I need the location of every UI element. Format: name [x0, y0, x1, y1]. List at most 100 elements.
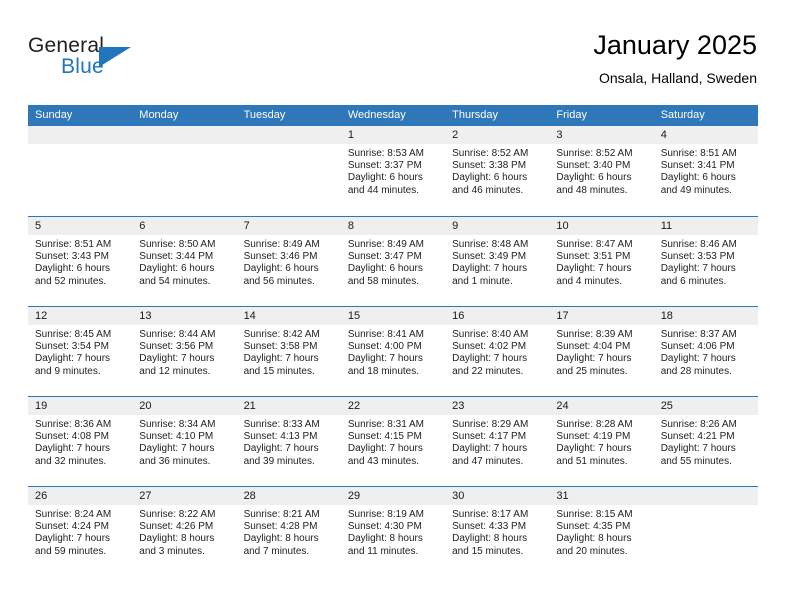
daylight-text-line1: Daylight: 6 hours [452, 172, 528, 184]
day-cell[interactable]: 13 Sunrise: 8:44 AM Sunset: 3:56 PM Dayl… [132, 307, 237, 396]
day-details: Sunrise: 8:42 AM Sunset: 3:58 PM Dayligh… [237, 325, 341, 378]
daylight-text-line1: Daylight: 8 hours [139, 533, 215, 545]
sunset-text: Sunset: 3:51 PM [556, 251, 631, 263]
day-number: 12 [28, 307, 133, 325]
sunrise-text: Sunrise: 8:49 AM [243, 239, 320, 250]
day-cell[interactable]: 15 Sunrise: 8:41 AM Sunset: 4:00 PM Dayl… [340, 307, 446, 396]
day-cell[interactable]: 30 Sunrise: 8:17 AM Sunset: 4:33 PM Dayl… [445, 487, 550, 576]
day-cell[interactable]: 1 Sunrise: 8:53 AM Sunset: 3:37 PM Dayli… [340, 126, 446, 216]
sunset-text: Sunset: 3:49 PM [452, 251, 527, 263]
day-cell[interactable]: 20 Sunrise: 8:34 AM Sunset: 4:10 PM Dayl… [132, 397, 237, 486]
day-details: Sunrise: 8:22 AM Sunset: 4:26 PM Dayligh… [132, 505, 236, 558]
day-cell[interactable]: 29 Sunrise: 8:19 AM Sunset: 4:30 PM Dayl… [340, 487, 446, 576]
weekday-header-tuesday: Tuesday [243, 109, 286, 121]
week-row: 19 Sunrise: 8:36 AM Sunset: 4:08 PM Dayl… [28, 396, 758, 486]
day-details: Sunrise: 8:17 AM Sunset: 4:33 PM Dayligh… [445, 505, 549, 558]
day-cell[interactable]: 26 Sunrise: 8:24 AM Sunset: 4:24 PM Dayl… [28, 487, 133, 576]
sunrise-text: Sunrise: 8:22 AM [139, 509, 216, 520]
day-cell[interactable]: 24 Sunrise: 8:28 AM Sunset: 4:19 PM Dayl… [549, 397, 654, 486]
day-details: Sunrise: 8:19 AM Sunset: 4:30 PM Dayligh… [341, 505, 445, 558]
day-details: Sunrise: 8:41 AM Sunset: 4:00 PM Dayligh… [341, 325, 445, 378]
sunset-text: Sunset: 4:13 PM [243, 431, 318, 443]
day-cell[interactable]: 27 Sunrise: 8:22 AM Sunset: 4:26 PM Dayl… [132, 487, 237, 576]
daylight-text-line1: Daylight: 6 hours [660, 172, 736, 184]
day-number: 8 [340, 217, 446, 235]
daylight-text-line2: and 36 minutes. [139, 455, 211, 467]
daylight-text-line2: and 51 minutes. [556, 455, 628, 467]
sunrise-text: Sunrise: 8:28 AM [556, 419, 633, 430]
sunrise-text: Sunrise: 8:24 AM [35, 509, 112, 520]
sunrise-text: Sunrise: 8:51 AM [660, 148, 737, 159]
sunset-text: Sunset: 4:30 PM [347, 521, 422, 533]
daylight-text-line1: Daylight: 7 hours [660, 263, 736, 275]
daylight-text-line2: and 58 minutes. [347, 275, 420, 287]
weekday-header-saturday: Saturday [660, 109, 705, 121]
day-cell[interactable]: 22 Sunrise: 8:31 AM Sunset: 4:15 PM Dayl… [340, 397, 446, 486]
daylight-text-line2: and 15 minutes. [452, 545, 524, 557]
day-cell[interactable]: 7 Sunrise: 8:49 AM Sunset: 3:46 PM Dayli… [236, 217, 341, 306]
sunset-text: Sunset: 3:58 PM [243, 341, 318, 353]
day-number [28, 126, 133, 144]
sunrise-text: Sunrise: 8:39 AM [556, 329, 633, 340]
logo-text-blue: Blue [61, 55, 104, 78]
day-number: 1 [340, 126, 446, 144]
daylight-text-line1: Daylight: 6 hours [35, 263, 111, 275]
daylight-text-line2: and 47 minutes. [452, 455, 524, 467]
day-cell[interactable]: 11 Sunrise: 8:46 AM Sunset: 3:53 PM Dayl… [653, 217, 758, 306]
week-row: 1 Sunrise: 8:53 AM Sunset: 3:37 PM Dayli… [28, 126, 758, 216]
day-cell[interactable]: 28 Sunrise: 8:21 AM Sunset: 4:28 PM Dayl… [236, 487, 341, 576]
calendar-grid: Sunday Monday Tuesday Wednesday Thursday… [28, 105, 758, 576]
daylight-text-line2: and 39 minutes. [243, 455, 315, 467]
day-cell[interactable]: 2 Sunrise: 8:52 AM Sunset: 3:38 PM Dayli… [445, 126, 550, 216]
day-cell[interactable]: 14 Sunrise: 8:42 AM Sunset: 3:58 PM Dayl… [236, 307, 341, 396]
day-cell[interactable]: 5 Sunrise: 8:51 AM Sunset: 3:43 PM Dayli… [28, 217, 133, 306]
day-cell[interactable]: 3 Sunrise: 8:52 AM Sunset: 3:40 PM Dayli… [549, 126, 654, 216]
day-cell[interactable]: 12 Sunrise: 8:45 AM Sunset: 3:54 PM Dayl… [28, 307, 133, 396]
weekday-header-thursday: Thursday [452, 109, 498, 121]
day-cell[interactable]: 6 Sunrise: 8:50 AM Sunset: 3:44 PM Dayli… [132, 217, 237, 306]
day-cell[interactable]: 10 Sunrise: 8:47 AM Sunset: 3:51 PM Dayl… [549, 217, 654, 306]
daylight-text-line1: Daylight: 7 hours [139, 353, 215, 365]
day-details: Sunrise: 8:34 AM Sunset: 4:10 PM Dayligh… [132, 415, 236, 468]
day-cell[interactable]: 21 Sunrise: 8:33 AM Sunset: 4:13 PM Dayl… [236, 397, 341, 486]
sunset-text: Sunset: 4:06 PM [660, 341, 735, 353]
daylight-text-line1: Daylight: 7 hours [347, 443, 423, 455]
day-details: Sunrise: 8:40 AM Sunset: 4:02 PM Dayligh… [445, 325, 549, 378]
day-number: 10 [549, 217, 654, 235]
day-number [236, 126, 341, 144]
day-cell[interactable]: 19 Sunrise: 8:36 AM Sunset: 4:08 PM Dayl… [28, 397, 133, 486]
day-cell[interactable]: 17 Sunrise: 8:39 AM Sunset: 4:04 PM Dayl… [549, 307, 654, 396]
day-details: Sunrise: 8:21 AM Sunset: 4:28 PM Dayligh… [237, 505, 341, 558]
day-number: 24 [549, 397, 654, 415]
day-details: Sunrise: 8:48 AM Sunset: 3:49 PM Dayligh… [445, 235, 549, 288]
sunset-text: Sunset: 3:56 PM [139, 341, 214, 353]
day-cell[interactable]: 25 Sunrise: 8:26 AM Sunset: 4:21 PM Dayl… [653, 397, 758, 486]
day-number: 27 [132, 487, 237, 505]
day-number: 15 [340, 307, 446, 325]
sunset-text: Sunset: 3:46 PM [243, 251, 318, 263]
daylight-text-line2: and 1 minute. [452, 275, 513, 287]
sunrise-text: Sunrise: 8:44 AM [139, 329, 216, 340]
day-details: Sunrise: 8:52 AM Sunset: 3:38 PM Dayligh… [445, 144, 549, 197]
sunset-text: Sunset: 4:02 PM [452, 341, 527, 353]
day-details: Sunrise: 8:15 AM Sunset: 4:35 PM Dayligh… [549, 505, 653, 558]
day-cell[interactable]: 18 Sunrise: 8:37 AM Sunset: 4:06 PM Dayl… [653, 307, 758, 396]
sunrise-text: Sunrise: 8:46 AM [660, 239, 737, 250]
sunset-text: Sunset: 4:21 PM [660, 431, 735, 443]
weekday-header-row: Sunday Monday Tuesday Wednesday Thursday… [28, 105, 758, 126]
general-blue-logo[interactable]: General Blue [28, 34, 188, 90]
day-cell[interactable]: 31 Sunrise: 8:15 AM Sunset: 4:35 PM Dayl… [549, 487, 654, 576]
day-number: 13 [132, 307, 237, 325]
daylight-text-line2: and 54 minutes. [139, 275, 211, 287]
day-cell[interactable]: 9 Sunrise: 8:48 AM Sunset: 3:49 PM Dayli… [445, 217, 550, 306]
day-cell[interactable]: 16 Sunrise: 8:40 AM Sunset: 4:02 PM Dayl… [445, 307, 550, 396]
day-number: 2 [445, 126, 550, 144]
sunrise-text: Sunrise: 8:15 AM [556, 509, 633, 520]
day-cell[interactable]: 23 Sunrise: 8:29 AM Sunset: 4:17 PM Dayl… [445, 397, 550, 486]
day-cell[interactable]: 4 Sunrise: 8:51 AM Sunset: 3:41 PM Dayli… [653, 126, 758, 216]
day-number: 25 [653, 397, 758, 415]
day-cell[interactable]: 8 Sunrise: 8:49 AM Sunset: 3:47 PM Dayli… [340, 217, 446, 306]
sunset-text: Sunset: 4:00 PM [347, 341, 422, 353]
daylight-text-line1: Daylight: 7 hours [452, 263, 528, 275]
day-cell [132, 126, 237, 216]
